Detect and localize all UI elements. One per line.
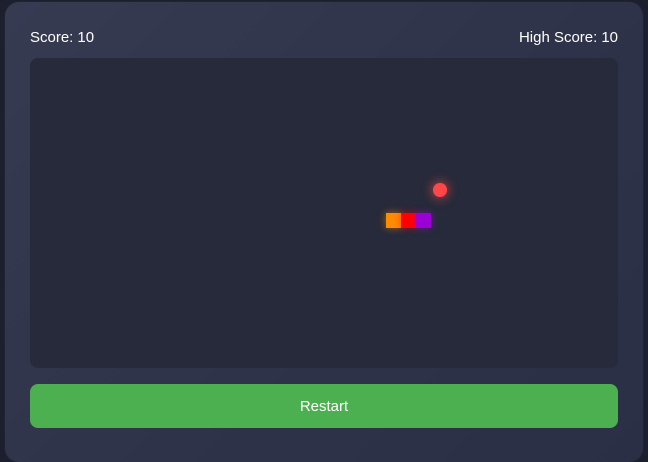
score-bar: Score: 10 High Score: 10 [30,28,618,48]
snake-segment-tail [386,213,401,228]
high-score-value: 10 [601,29,618,46]
snake-segment-body [401,213,416,228]
score-value: 10 [77,29,95,46]
high-score-display: High Score: 10 [519,28,618,48]
score-display: Score: 10 [30,28,94,48]
score-label: Score: [30,29,74,46]
snake-segment-head [416,213,431,228]
high-score-label: High Score: [518,29,598,46]
food-dot [433,183,447,197]
game-board[interactable] [30,58,618,368]
restart-button[interactable]: Restart [30,384,618,428]
game-panel: Score: 10 High Score: 10 Restart [5,2,643,462]
